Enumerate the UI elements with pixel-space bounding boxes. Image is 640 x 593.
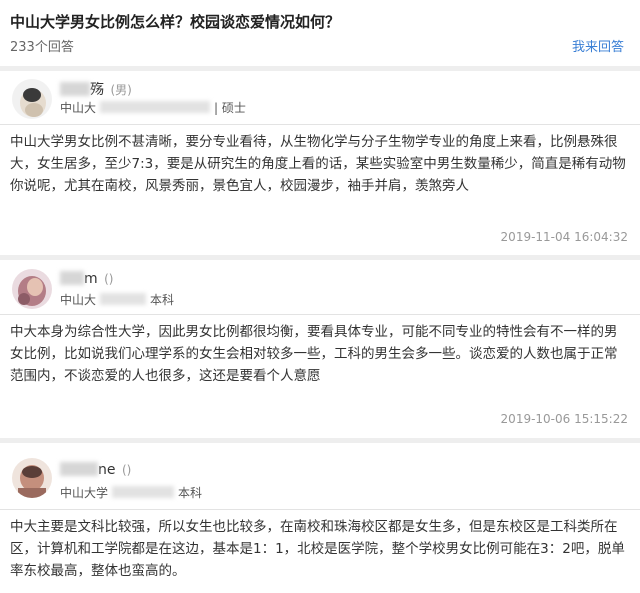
answer-time: 2019-10-06 15:15:22 [500, 412, 628, 426]
user-name-suffix: m [84, 271, 98, 287]
user-degree: 本科 [178, 486, 203, 500]
user-info: 中山大 本科 [60, 291, 174, 308]
blurred-school [100, 101, 211, 113]
question-meta: 233个回答 我来回答 [10, 36, 630, 55]
user-school: 中山大 [60, 101, 97, 115]
question-header: 中山大学男女比例怎么样？校园谈恋爱情况如何？ 233个回答 我来回答 [0, 0, 640, 66]
user-degree: 本科 [150, 293, 175, 307]
answer-button[interactable]: 我来回答 [572, 36, 624, 55]
user-name-suffix: 殇 [90, 82, 104, 98]
user-name-suffix: ne [98, 462, 116, 478]
avatar[interactable] [12, 79, 52, 119]
blurred-school [112, 486, 175, 498]
answer-time: 2019-11-04 16:04:32 [500, 230, 628, 244]
answer-text: 中山大学男女比例不甚清晰，要分专业看待，从生物化学与分子生物学专业的角度上来看，… [10, 134, 626, 194]
user-name[interactable]: 殇 (男) [60, 79, 132, 99]
question-title: 中山大学男女比例怎么样？校园谈恋爱情况如何？ [10, 13, 341, 31]
blurred-school [100, 293, 147, 305]
user-gender: (男) [110, 83, 132, 97]
blurred-name [60, 82, 90, 96]
blurred-name [60, 271, 84, 285]
answer-count: 233个回答 [10, 40, 74, 55]
user-name[interactable]: ne () [60, 462, 131, 478]
answer-card: m () 中山大 本科 中大本身为综合性大学，因此男女比例都很均衡，要看具体专业，… [0, 260, 640, 438]
answer-text: 中大本身为综合性大学，因此男女比例都很均衡，要看具体专业，可能不同专业的特性会有… [10, 324, 618, 384]
answer-header: ne () 中山大学 本科 [0, 443, 640, 510]
answer-card: ne () 中山大学 本科 中大主要是文科比较强，所以女生也比较多，在南校和珠海校… [0, 443, 640, 593]
blurred-name [60, 462, 98, 476]
answer-header: m () 中山大 本科 [0, 260, 640, 315]
user-name[interactable]: m () [60, 271, 113, 287]
user-tag: () [104, 272, 114, 286]
user-school: 中山大学 [60, 486, 109, 500]
user-info: 中山大 | 硕士 [60, 99, 246, 116]
avatar[interactable] [12, 458, 52, 498]
user-info: 中山大学 本科 [60, 484, 202, 501]
user-tag: () [121, 463, 132, 477]
avatar[interactable] [12, 269, 52, 309]
answer-text: 中大主要是文科比较强，所以女生也比较多，在南校和珠海校区都是女生多，但是东校区是… [10, 519, 625, 579]
answer-header: 殇 (男) 中山大 | 硕士 [0, 71, 640, 125]
answer-card: 殇 (男) 中山大 | 硕士 中山大学男女比例不甚清晰，要分专业看待，从生物化学与… [0, 71, 640, 255]
user-school: 中山大 [60, 293, 97, 307]
user-degree: | 硕士 [214, 101, 246, 115]
